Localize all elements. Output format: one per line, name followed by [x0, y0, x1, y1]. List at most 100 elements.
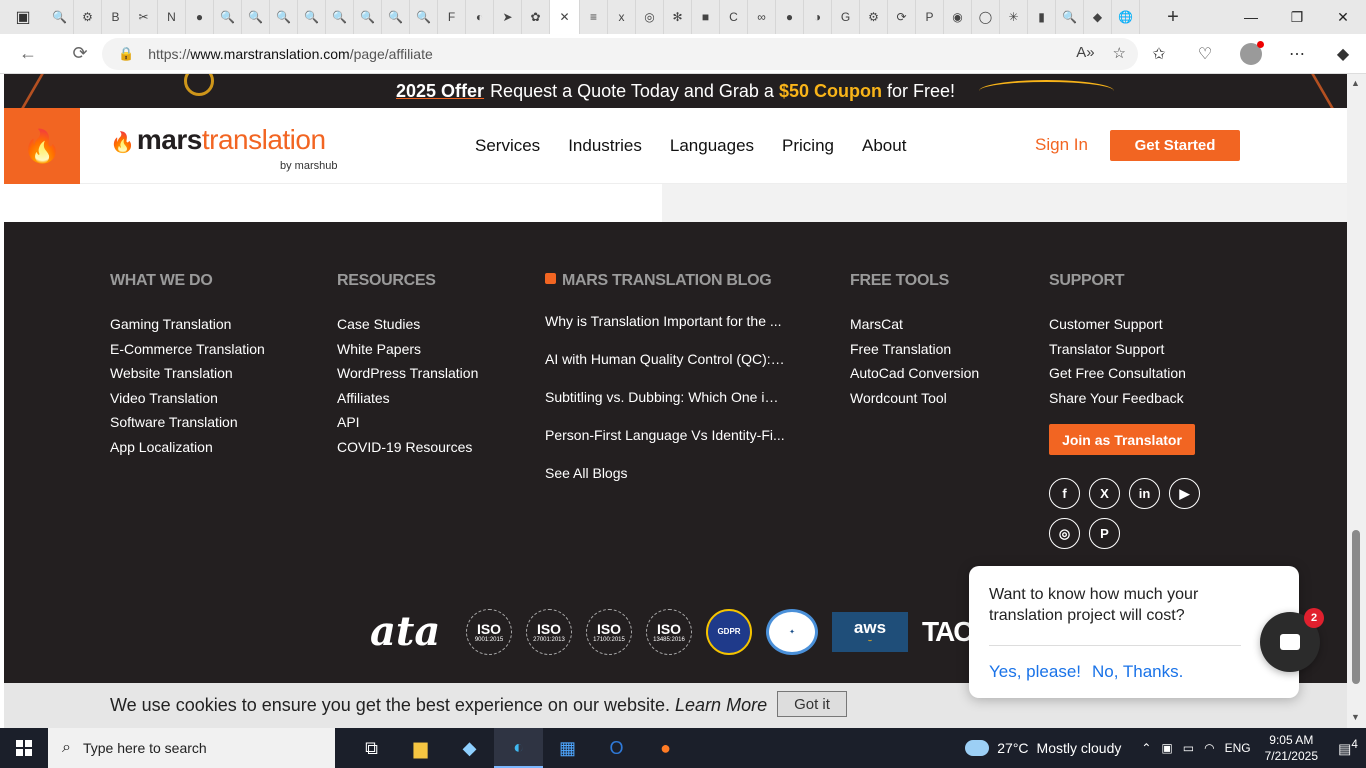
- outlook-icon[interactable]: O: [592, 728, 641, 768]
- tab-favicon[interactable]: 🔍: [46, 0, 74, 34]
- language-indicator[interactable]: ENG: [1225, 741, 1251, 755]
- extensions-icon[interactable]: ♡: [1182, 34, 1228, 74]
- linkedin-icon[interactable]: in: [1129, 478, 1160, 510]
- footer-link[interactable]: Case Studies: [337, 312, 478, 337]
- address-bar[interactable]: 🔒 https://www.marstranslation.com/page/a…: [102, 38, 1138, 70]
- tab-favicon[interactable]: x: [608, 0, 636, 34]
- footer-link[interactable]: Customer Support: [1049, 312, 1209, 337]
- close-tab-icon[interactable]: ✕: [550, 0, 580, 34]
- footer-link[interactable]: API: [337, 410, 478, 435]
- footer-link[interactable]: WordPress Translation: [337, 361, 478, 386]
- instagram-icon[interactable]: ◎: [1049, 518, 1080, 550]
- tab-favicon[interactable]: 🌐: [1112, 0, 1140, 34]
- file-explorer-icon[interactable]: ▆: [396, 728, 445, 768]
- footer-link[interactable]: COVID-19 Resources: [337, 435, 478, 460]
- copilot-app-icon[interactable]: ◆: [445, 728, 494, 768]
- wifi-icon[interactable]: ◠: [1204, 741, 1214, 755]
- tab-favicon[interactable]: ◆: [1084, 0, 1112, 34]
- tab-favicon[interactable]: ➤: [494, 0, 522, 34]
- x-twitter-icon[interactable]: X: [1089, 478, 1120, 510]
- tab-favicon[interactable]: C: [720, 0, 748, 34]
- taskbar-search[interactable]: ⌕ Type here to search: [48, 728, 335, 768]
- tab-favicon[interactable]: 🔍: [410, 0, 438, 34]
- tab-favicon[interactable]: ✳: [1000, 0, 1028, 34]
- clock[interactable]: 9:05 AM 7/21/2025: [1265, 732, 1318, 764]
- tab-favicon[interactable]: ◉: [944, 0, 972, 34]
- footer-link[interactable]: White Papers: [337, 337, 478, 362]
- tab-favicon[interactable]: ✂: [130, 0, 158, 34]
- scrollbar-thumb[interactable]: [1352, 530, 1360, 684]
- more-menu-icon[interactable]: ⋯: [1274, 34, 1320, 74]
- tab-favicon[interactable]: ◎: [636, 0, 664, 34]
- blog-link[interactable]: Subtitling vs. Dubbing: Which One is ...: [545, 378, 785, 416]
- promo-banner[interactable]: 2025 Offer Request a Quote Today and Gra…: [4, 74, 1347, 108]
- tab-favicon[interactable]: N: [158, 0, 186, 34]
- tab-favicon[interactable]: ◑: [804, 0, 832, 34]
- tab-favicon[interactable]: ✻: [664, 0, 692, 34]
- tab-favicon[interactable]: 🔍: [1056, 0, 1084, 34]
- pinterest-icon[interactable]: P: [1089, 518, 1120, 550]
- tab-favicon[interactable]: 🔍: [326, 0, 354, 34]
- tab-favicon[interactable]: ⚙: [74, 0, 102, 34]
- footer-link[interactable]: Gaming Translation: [110, 312, 265, 337]
- refresh-icon[interactable]: ⟳: [60, 34, 100, 74]
- footer-link[interactable]: App Localization: [110, 435, 265, 460]
- tab-favicon[interactable]: ≡: [580, 0, 608, 34]
- chevron-up-icon[interactable]: ⌃: [1141, 741, 1151, 755]
- tab-favicon[interactable]: G: [832, 0, 860, 34]
- footer-link[interactable]: Free Translation: [850, 337, 979, 362]
- blog-link[interactable]: Why is Translation Important for the ...: [545, 302, 785, 340]
- tab-favicon[interactable]: ▮: [1028, 0, 1056, 34]
- chat-launcher-button[interactable]: 2: [1260, 608, 1324, 672]
- restore-icon[interactable]: ❐: [1274, 0, 1320, 34]
- menu-flame-icon[interactable]: 🔥: [4, 108, 80, 184]
- footer-link[interactable]: MarsCat: [850, 312, 979, 337]
- tab-favicon[interactable]: ◐: [466, 0, 494, 34]
- nav-about[interactable]: About: [862, 136, 906, 156]
- scroll-up-icon[interactable]: ▲: [1351, 78, 1360, 88]
- see-all-blogs-link[interactable]: See All Blogs: [545, 454, 785, 492]
- tab-favicon[interactable]: ●: [776, 0, 804, 34]
- firefox-icon[interactable]: ●: [641, 728, 690, 768]
- join-as-translator-button[interactable]: Join as Translator: [1049, 424, 1195, 456]
- chat-yes-button[interactable]: Yes, please!: [989, 662, 1081, 682]
- copilot-icon[interactable]: ◆: [1320, 34, 1366, 74]
- read-aloud-icon[interactable]: A»: [1076, 44, 1094, 62]
- tab-favicon[interactable]: ●: [186, 0, 214, 34]
- footer-link[interactable]: E-Commerce Translation: [110, 337, 265, 362]
- learn-more-link[interactable]: Learn More: [675, 695, 767, 715]
- nav-services[interactable]: Services: [475, 136, 540, 156]
- favorite-star-icon[interactable]: ☆: [1113, 44, 1126, 62]
- device-icon[interactable]: ▣: [1161, 741, 1172, 755]
- tab-favicon[interactable]: B: [102, 0, 130, 34]
- tab-favicon[interactable]: P: [916, 0, 944, 34]
- tab-favicon[interactable]: 🔍: [298, 0, 326, 34]
- favorites-icon[interactable]: ✩: [1136, 34, 1182, 74]
- tab-favicon[interactable]: ⚙: [860, 0, 888, 34]
- nav-industries[interactable]: Industries: [568, 136, 642, 156]
- tab-favicon[interactable]: 🔍: [214, 0, 242, 34]
- footer-link[interactable]: AutoCad Conversion: [850, 361, 979, 386]
- tab-favicon[interactable]: 🔍: [354, 0, 382, 34]
- footer-link[interactable]: Affiliates: [337, 386, 478, 411]
- footer-link[interactable]: Software Translation: [110, 410, 265, 435]
- tab-favicon[interactable]: F: [438, 0, 466, 34]
- footer-link[interactable]: Video Translation: [110, 386, 265, 411]
- nav-languages[interactable]: Languages: [670, 136, 754, 156]
- tab-favicon[interactable]: ⟳: [888, 0, 916, 34]
- footer-link[interactable]: Share Your Feedback: [1049, 386, 1209, 411]
- minimize-icon[interactable]: —: [1228, 0, 1274, 34]
- edge-browser-icon[interactable]: ◐: [494, 728, 543, 768]
- tab-favicon[interactable]: 🔍: [242, 0, 270, 34]
- sign-in-link[interactable]: Sign In: [1035, 135, 1088, 155]
- tab-favicon[interactable]: ✿: [522, 0, 550, 34]
- nav-pricing[interactable]: Pricing: [782, 136, 834, 156]
- scroll-down-icon[interactable]: ▼: [1351, 712, 1360, 722]
- store-icon[interactable]: ▦: [543, 728, 592, 768]
- cookie-got-it-button[interactable]: Got it: [777, 691, 847, 717]
- start-button[interactable]: [0, 728, 48, 768]
- chat-no-button[interactable]: No, Thanks.: [1092, 662, 1183, 682]
- back-icon[interactable]: ←: [8, 34, 48, 74]
- notification-center-icon[interactable]: ▤4: [1330, 738, 1366, 758]
- lock-icon[interactable]: 🔒: [118, 46, 134, 62]
